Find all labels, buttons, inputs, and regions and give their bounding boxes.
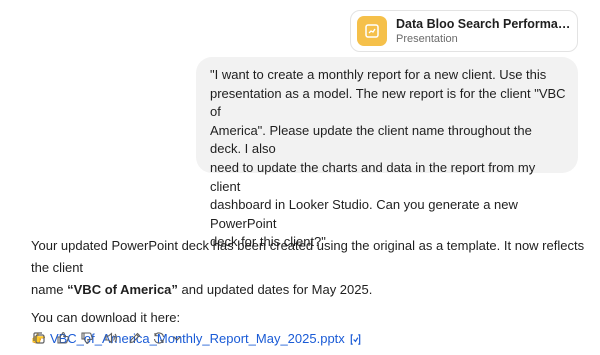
user-message-line: need to update the charts and data in th… [210,159,536,194]
user-message-line: presentation as a model. The new report … [210,85,566,120]
copy-icon[interactable] [31,330,47,346]
presentation-file-icon [357,16,387,46]
message-action-bar [31,330,193,346]
user-message-bubble: "I want to create a monthly report for a… [196,57,578,249]
chevron-down-icon[interactable] [169,330,185,346]
attachment-name: Data Bloo Search Performance Rep... [396,17,576,31]
regenerate-icon[interactable] [151,330,167,346]
assistant-response-text: Your updated PowerPoint deck has been cr… [31,235,591,301]
speaker-icon[interactable] [103,330,119,346]
response-line-1: Your updated PowerPoint deck has been cr… [31,238,585,275]
user-message-line: America". Please update the client name … [210,122,532,157]
attachment-card[interactable]: Data Bloo Search Performance Rep... Pres… [350,10,578,52]
user-message-line: "I want to create a monthly report for a… [210,67,547,82]
file-reference-icon[interactable] [349,333,362,346]
client-name-bold: “VBC of America” [67,282,178,297]
thumbs-down-icon[interactable] [79,330,95,346]
response-line-2-post: and updated dates for May 2025. [177,282,373,297]
download-intro: You can download it here: [31,310,181,325]
attachment-meta: Data Bloo Search Performance Rep... Pres… [396,17,576,45]
attachment-type: Presentation [396,33,458,45]
response-line-2-pre: name [31,282,68,297]
user-message-line: dashboard in Looker Studio. Can you gene… [210,197,518,231]
edit-icon[interactable] [127,330,143,346]
thumbs-up-icon[interactable] [55,330,71,346]
